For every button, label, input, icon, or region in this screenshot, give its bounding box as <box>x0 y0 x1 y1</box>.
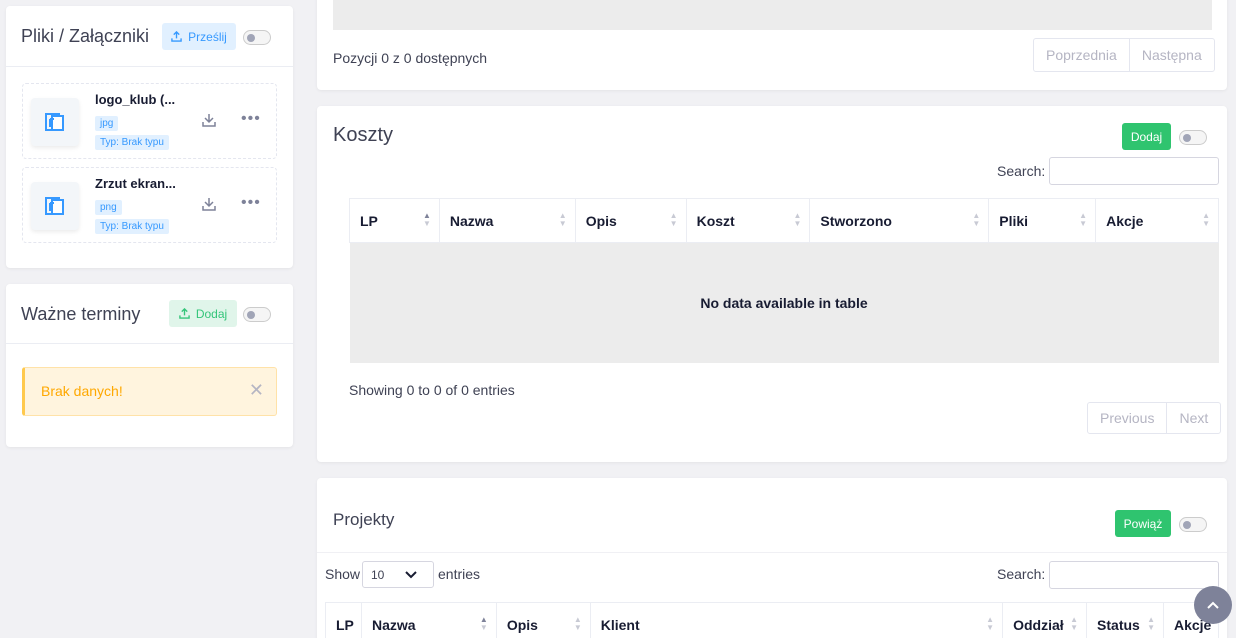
projects-title: Projekty <box>333 510 395 529</box>
col-opis[interactable]: Opis ▲ ▼ <box>574 198 687 243</box>
deadlines-title: Ważne terminy <box>21 304 141 324</box>
file-thumb[interactable] <box>31 182 79 230</box>
empty-alert: Brak danych! ✕ <box>22 367 277 416</box>
file-item: logo_klub (... jpg Typ: Brak typu ••• <box>22 83 277 159</box>
add-deadline-button[interactable]: Dodaj <box>169 300 237 327</box>
upload-label: Prześlij <box>188 29 227 44</box>
prev-button[interactable]: Previous <box>1088 403 1166 433</box>
page-size-value: 10 <box>371 568 385 582</box>
file-ext-badge: png <box>95 200 122 215</box>
prev-button[interactable]: Poprzednia <box>1034 39 1129 71</box>
upload-button[interactable]: Prześlij <box>162 23 236 50</box>
close-icon[interactable]: ✕ <box>249 380 264 401</box>
sort-icon: ▲ ▼ <box>479 615 488 632</box>
sort-icon: ▲ ▼ <box>972 211 981 228</box>
sort-icon: ▲ ▼ <box>422 211 431 228</box>
col-lp[interactable]: LP ▲ ▼ <box>349 198 440 243</box>
col-nazwa[interactable]: Nazwa ▲ ▼ <box>438 198 576 243</box>
col-akcje[interactable]: Akcje ▲ ▼ <box>1095 198 1219 243</box>
costs-table: LP ▲ ▼ Nazwa ▲ ▼ Opis ▲ ▼ Koszt ▲ ▼ Stworzono ▲ ▼ … <box>349 198 1219 363</box>
costs-card: Koszty Dodaj Search: LP ▲ ▼ Nazwa ▲ ▼ Opis ▲ ▼… <box>317 106 1227 462</box>
col-koszt[interactable]: Koszt ▲ ▼ <box>685 198 811 243</box>
pagination: Previous Next <box>1087 402 1222 434</box>
col-nazwa[interactable]: Nazwa ▲ ▼ <box>360 602 497 638</box>
file-type-badge: Typ: Brak typu <box>95 135 169 150</box>
costs-toggle[interactable] <box>1179 130 1207 145</box>
col-status[interactable]: Status ▲ ▼ <box>1086 602 1164 638</box>
col-stworzono[interactable]: Stworzono ▲ ▼ <box>809 198 990 243</box>
table-header-row: LP ▲ ▼ Nazwa ▲ ▼ Opis ▲ ▼ Koszt ▲ ▼ Stworzono ▲ ▼ … <box>349 198 1219 243</box>
search-input[interactable] <box>1049 157 1219 185</box>
table-info: Showing 0 to 0 of 0 entries <box>349 382 515 398</box>
files-toggle[interactable] <box>243 30 271 45</box>
top-table-card: Pozycji 0 z 0 dostępnych Poprzednia Nast… <box>317 0 1227 90</box>
empty-row: No data available in table <box>349 242 1219 363</box>
table-footer-gray <box>333 0 1212 30</box>
projects-card: Projekty Powiąż Show 10 entries Search: … <box>317 478 1227 638</box>
col-lp[interactable]: LP <box>325 602 362 638</box>
deadlines-card: Ważne terminy Dodaj Brak danych! ✕ <box>6 284 293 447</box>
download-icon[interactable] <box>201 112 217 133</box>
document-icon <box>45 197 64 215</box>
col-opis[interactable]: Opis ▲ ▼ <box>495 602 591 638</box>
chevron-up-icon <box>1207 601 1219 609</box>
search-label: Search: <box>997 566 1046 582</box>
upload-icon <box>171 31 182 42</box>
add-deadline-label: Dodaj <box>195 306 228 321</box>
col-oddzial[interactable]: Oddział ▲ ▼ <box>1002 602 1088 638</box>
scroll-top-button[interactable] <box>1194 586 1232 624</box>
projects-toggle[interactable] <box>1179 517 1207 532</box>
col-klient[interactable]: Klient ▲ ▼ <box>589 602 1004 638</box>
divider <box>6 66 293 67</box>
sort-icon: ▲ ▼ <box>793 211 802 228</box>
pagination: Poprzednia Następna <box>1033 38 1215 72</box>
download-icon[interactable] <box>201 196 217 217</box>
file-thumb[interactable] <box>31 98 79 146</box>
divider <box>317 552 1227 553</box>
entries-label: entries <box>438 566 481 582</box>
sort-icon: ▲ ▼ <box>558 211 567 228</box>
next-button[interactable]: Next <box>1166 403 1220 433</box>
files-title: Pliki / Załączniki <box>21 26 150 46</box>
file-ext-badge: jpg <box>95 116 119 131</box>
document-icon <box>45 113 64 131</box>
next-button[interactable]: Następna <box>1128 39 1214 71</box>
sort-icon: ▲ ▼ <box>573 615 582 632</box>
deadlines-toggle[interactable] <box>243 307 271 322</box>
search-input[interactable] <box>1049 561 1219 589</box>
projects-table: LP Nazwa ▲ ▼ Opis ▲ ▼ Klient ▲ ▼ Oddział ▲ ▼ Sta… <box>325 602 1220 638</box>
file-item: Zrzut ekran... png Typ: Brak typu ••• <box>22 167 277 243</box>
sort-icon: ▲ ▼ <box>1079 211 1088 228</box>
chevron-down-icon <box>405 571 417 579</box>
costs-title: Koszty <box>333 124 394 146</box>
sort-icon: ▲ ▼ <box>1202 211 1210 228</box>
sort-icon: ▲ ▼ <box>1147 615 1155 632</box>
table-info: Pozycji 0 z 0 dostępnych <box>333 50 488 66</box>
more-icon[interactable]: ••• <box>241 194 261 212</box>
page-size-select[interactable]: 10 <box>362 561 434 588</box>
empty-cell: No data available in table <box>349 242 1219 363</box>
search-label: Search: <box>997 163 1046 179</box>
sort-icon: ▲ ▼ <box>986 615 995 632</box>
sort-icon: ▲ ▼ <box>669 211 678 228</box>
sort-icon: ▲ ▼ <box>1070 615 1079 632</box>
file-name[interactable]: logo_klub (... <box>95 92 175 107</box>
upload-icon <box>179 308 190 319</box>
divider <box>6 343 293 344</box>
files-card: Pliki / Załączniki Prześlij logo_klub (.… <box>6 6 293 268</box>
alert-text: Brak danych! <box>41 383 123 399</box>
more-icon[interactable]: ••• <box>241 110 261 128</box>
show-label: Show <box>325 566 361 582</box>
col-pliki[interactable]: Pliki ▲ ▼ <box>988 198 1097 243</box>
file-type-badge: Typ: Brak typu <box>95 219 169 234</box>
link-project-button[interactable]: Powiąż <box>1115 510 1171 537</box>
add-cost-button[interactable]: Dodaj <box>1122 123 1171 150</box>
table-header-row: LP Nazwa ▲ ▼ Opis ▲ ▼ Klient ▲ ▼ Oddział ▲ ▼ Sta… <box>325 602 1220 638</box>
file-name[interactable]: Zrzut ekran... <box>95 176 176 191</box>
